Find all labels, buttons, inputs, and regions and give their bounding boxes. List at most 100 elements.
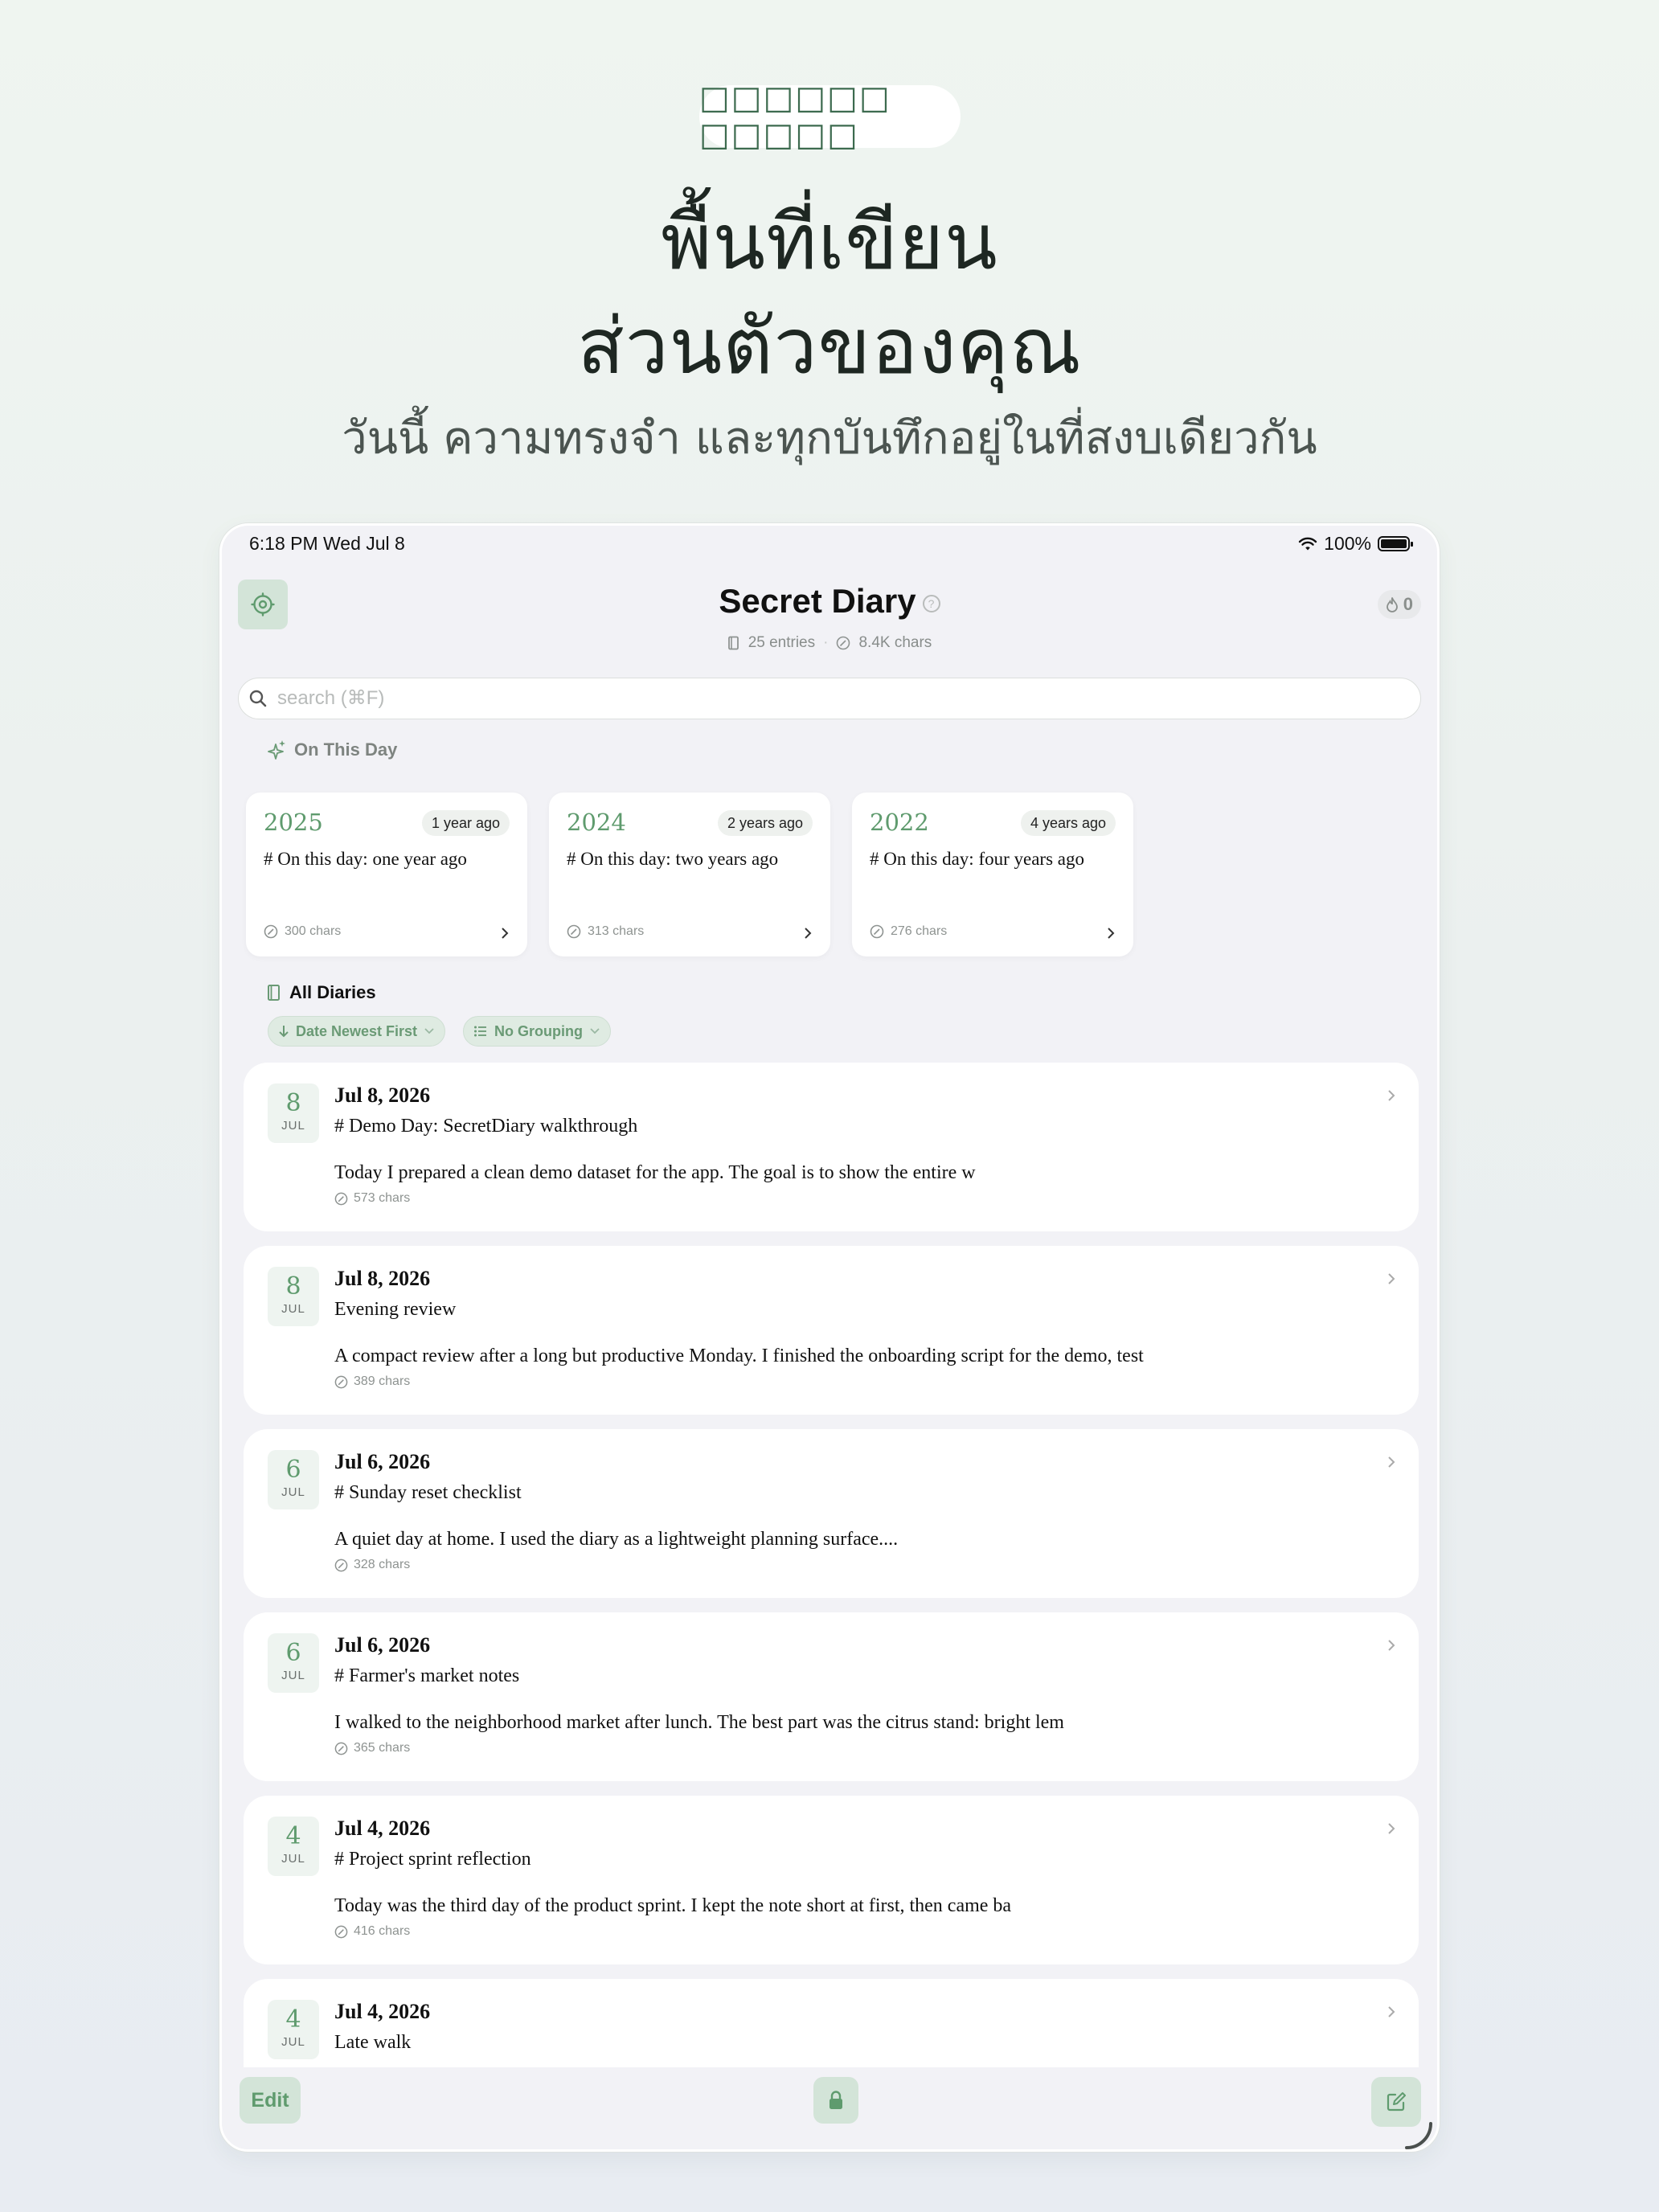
on-this-day-card[interactable]: 2022 4 years ago # On this day: four yea… [852,793,1133,956]
date-tile: 4 JUL [268,1817,319,1876]
entry-date: Jul 4, 2026 [334,1817,431,1840]
pencil-circle-icon [334,1192,348,1205]
date-tile: 8 JUL [268,1267,319,1326]
resize-handle-icon[interactable] [1402,2119,1434,2151]
chevron-right-icon [1388,1823,1395,1834]
card-year: 2022 [870,809,929,836]
date-tile: 8 JUL [268,1083,319,1143]
search-input[interactable] [277,687,1403,710]
diary-entry-row[interactable]: 8 JUL Jul 8, 2026 # Demo Day: SecretDiar… [244,1063,1419,1231]
card-chars-text: 300 chars [285,924,342,938]
help-icon[interactable]: ? [922,595,940,612]
lock-button[interactable] [813,2077,858,2124]
on-this-day-card[interactable]: 2024 2 years ago # On this day: two year… [549,793,830,956]
date-day: 6 [285,1639,301,1667]
chevron-right-icon [1388,1640,1395,1651]
on-this-day-card[interactable]: 2025 1 year ago # On this day: one year … [246,793,527,956]
entry-chars-text: 573 chars [354,1191,411,1205]
date-month: JUL [281,1302,305,1316]
pencil-circle-icon [334,1559,348,1571]
entry-date: Jul 6, 2026 [334,1450,431,1473]
entry-chars-text: 328 chars [354,1558,411,1571]
pencil-circle-icon [334,1375,348,1388]
pencil-circle-icon [334,1742,348,1755]
card-year: 2024 [567,809,626,836]
entry-date: Jul 8, 2026 [334,1267,431,1290]
book-icon [727,636,739,650]
entry-char-count: 328 chars [334,1558,410,1572]
search-bar[interactable] [238,678,1421,719]
entry-title: # Farmer's market notes [334,1665,520,1686]
lock-icon [830,2091,842,2109]
card-preview: # On this day: four years ago [870,849,1084,869]
chevron-right-icon [1388,1456,1395,1468]
tagline-pill: □□□□□□ □□□□□ [699,80,961,154]
sparkles-icon [268,740,285,760]
entry-preview: I walked to the neighborhood market afte… [334,1712,1064,1733]
date-month: JUL [281,1485,305,1499]
card-ago-badge: 2 years ago [717,810,813,836]
chevron-right-icon [1388,1273,1395,1284]
diary-entry-row[interactable]: 8 JUL Jul 8, 2026 Evening review A compa… [244,1246,1419,1415]
edit-button[interactable]: Edit [240,2077,301,2124]
date-tile: 6 JUL [268,1450,319,1509]
chevron-right-icon [1388,1090,1395,1101]
diary-entry-row[interactable]: 6 JUL Jul 6, 2026 # Sunday reset checkli… [244,1429,1419,1598]
card-char-count: 276 chars [870,924,947,939]
list-icon [474,1026,486,1037]
chevron-right-icon [502,928,509,939]
headline-subtitle: วันนี้ ความทรงจำ และทุกบันทึกอยู่ในที่สง… [342,412,1317,465]
status-bar: 6:18 PM Wed Jul 8 100% [222,526,1437,563]
diary-entry-row[interactable]: 6 JUL Jul 6, 2026 # Farmer's market note… [244,1612,1419,1781]
date-day: 8 [285,1089,301,1117]
entry-title: Late walk [334,2032,412,2053]
sort-chip[interactable]: Date Newest First [268,1016,446,1047]
on-this-day-label: On This Day [294,739,398,760]
stats-separator: · [823,634,829,651]
entry-date: Jul 6, 2026 [334,1633,431,1657]
card-chars-text: 313 chars [588,924,645,938]
date-day: 4 [285,2005,301,2034]
battery-icon [1378,536,1413,551]
compose-icon [1387,2092,1406,2112]
diary-entry-row[interactable]: 4 JUL Jul 4, 2026 # Project sprint refle… [244,1796,1419,1964]
sort-chip-label: Date Newest First [296,1022,418,1039]
entry-date: Jul 8, 2026 [334,1083,431,1107]
entry-title: Evening review [334,1299,457,1320]
entry-preview: A compact review after a long but produc… [334,1346,1144,1366]
app-title: Secret Diary? [222,582,1437,621]
headline-line-2: ส่วนตัวของคุณ [577,301,1082,391]
date-day: 4 [285,1822,301,1850]
status-indicators: 100% [1298,533,1413,555]
grouping-chip[interactable]: No Grouping [463,1016,611,1047]
entry-title: # Demo Day: SecretDiary walkthrough [334,1116,638,1137]
diary-stats: 25 entries · 8.4K chars [222,634,1437,652]
card-preview: # On this day: two years ago [567,849,779,869]
ipad-frame: 6:18 PM Wed Jul 8 100% Secret Diary? 25 … [219,523,1440,2152]
card-char-count: 313 chars [567,924,644,939]
entry-preview: Today was the third day of the product s… [334,1895,1012,1916]
streak-badge[interactable]: 0 [1377,590,1421,619]
wifi-icon [1298,537,1317,550]
flame-icon [1386,597,1398,612]
app-title-text: Secret Diary [719,582,916,620]
pencil-circle-icon [264,924,278,939]
entry-char-count: 365 chars [334,1741,410,1755]
pencil-circle-icon [870,924,884,939]
status-time: 6:18 PM [249,533,318,554]
entry-count: 25 entries [748,634,816,651]
entry-chars-text: 365 chars [354,1741,411,1755]
date-day: 6 [285,1456,301,1484]
chevron-right-icon [1108,928,1115,939]
card-char-count: 300 chars [264,924,341,939]
streak-count: 0 [1403,594,1413,614]
all-diaries-label: All Diaries [289,982,376,1002]
headline-line-1: พื้นที่เขียน [661,197,998,287]
card-preview: # On this day: one year ago [264,849,467,869]
entry-date: Jul 4, 2026 [334,2000,431,2023]
chevron-right-icon [1388,2006,1395,2017]
all-diaries-header: All Diaries [267,982,376,1003]
date-month: JUL [281,1119,305,1133]
entry-title: # Project sprint reflection [334,1849,531,1870]
bottom-toolbar: Edit [222,2067,1437,2151]
